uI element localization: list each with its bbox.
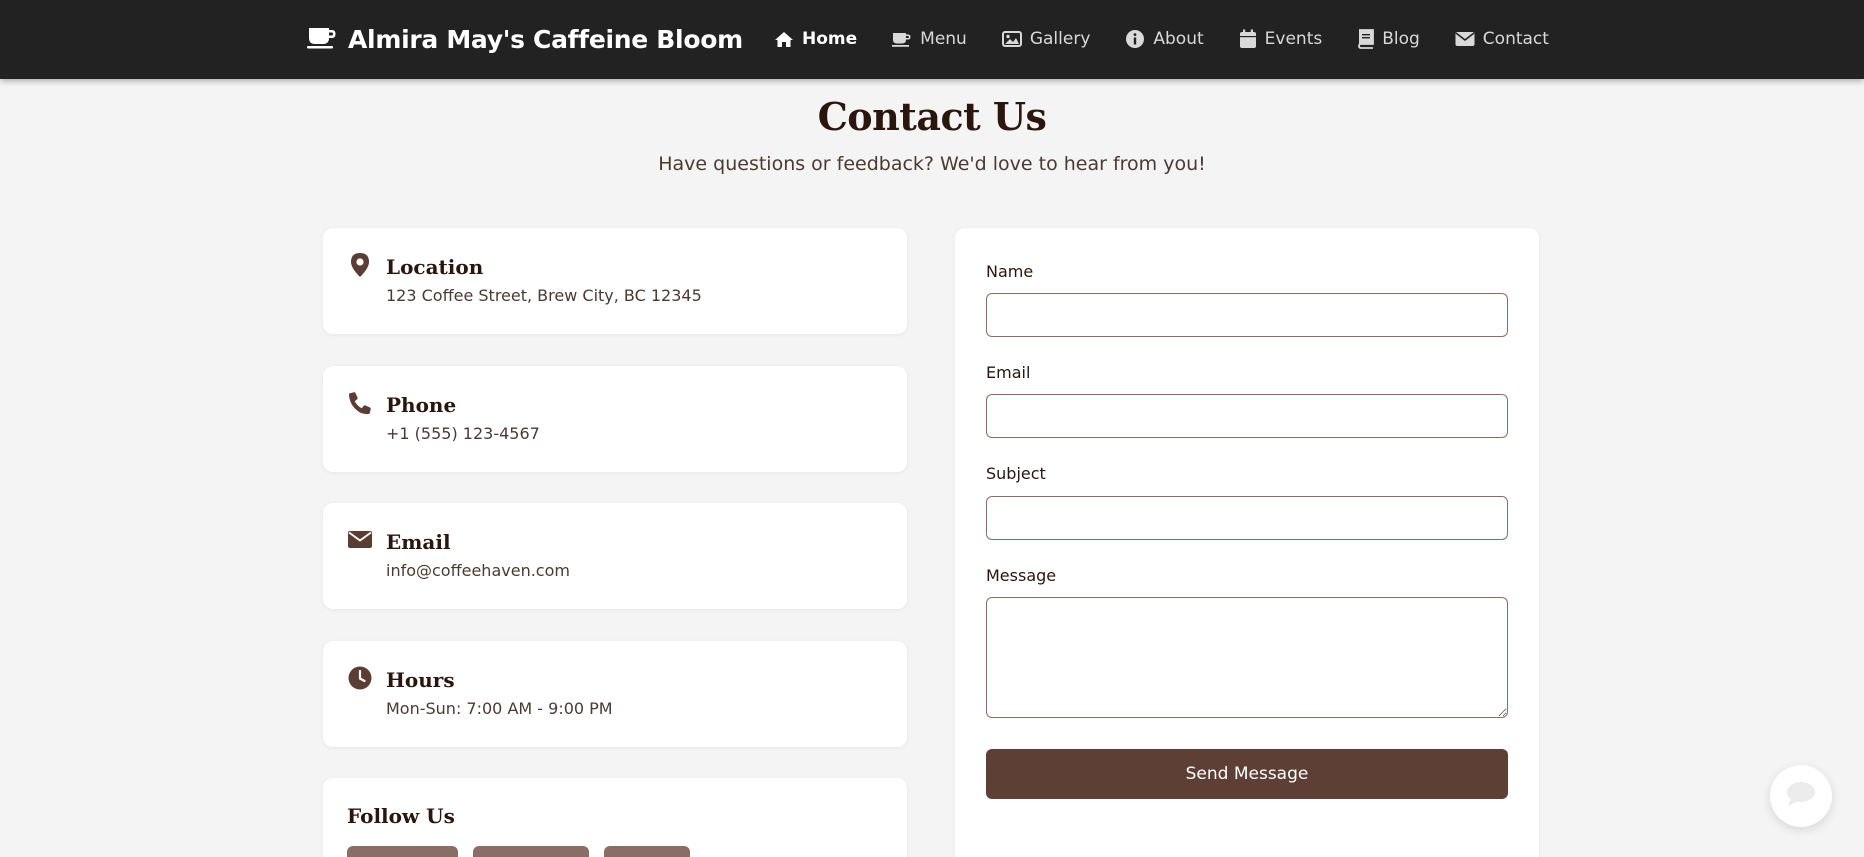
card-text: 123 Coffee Street, Brew City, BC 12345	[386, 286, 702, 305]
phone-icon	[347, 390, 373, 416]
follow-us-card: Follow Us	[323, 778, 907, 857]
image-icon	[1001, 31, 1022, 47]
message-field[interactable]	[986, 597, 1508, 718]
home-icon	[774, 31, 794, 48]
email-card: Email info@coffeehaven.com	[323, 503, 907, 609]
map-marker-icon	[347, 252, 373, 278]
clock-icon	[347, 665, 373, 691]
chat-bubble-icon	[1785, 780, 1817, 812]
nav-item-gallery[interactable]: Gallery	[1001, 29, 1091, 49]
calendar-icon	[1239, 29, 1257, 49]
location-card: Location 123 Coffee Street, Brew City, B…	[323, 228, 907, 334]
card-title: Location	[386, 255, 484, 279]
nav-item-about[interactable]: About	[1125, 29, 1204, 49]
envelope-icon	[347, 527, 373, 553]
nav-item-label: Events	[1264, 29, 1323, 49]
envelope-icon	[1455, 31, 1475, 47]
social-button[interactable]	[347, 846, 458, 857]
social-button[interactable]	[473, 846, 589, 857]
chat-widget-button[interactable]	[1770, 765, 1832, 827]
page-title: Contact Us	[817, 94, 1047, 139]
coffee-cup-icon	[892, 31, 912, 47]
nav-item-events[interactable]: Events	[1239, 29, 1323, 49]
nav-item-home[interactable]: Home	[774, 29, 857, 49]
brand-logo[interactable]: Almira May's Caffeine Bloom	[307, 20, 743, 58]
info-circle-icon	[1125, 29, 1145, 49]
card-text: Mon-Sun: 7:00 AM - 9:00 PM	[386, 699, 613, 718]
nav-item-contact[interactable]: Contact	[1455, 29, 1549, 49]
nav-item-menu[interactable]: Menu	[892, 29, 967, 49]
hours-card: Hours Mon-Sun: 7:00 AM - 9:00 PM	[323, 641, 907, 747]
card-title: Phone	[386, 393, 457, 417]
coffee-cup-icon	[307, 25, 337, 53]
contact-form: Name Email Subject Message Send Message	[955, 228, 1539, 857]
subject-label: Subject	[986, 464, 1046, 483]
follow-us-title: Follow Us	[347, 804, 455, 828]
top-navbar: Almira May's Caffeine Bloom Home Menu Ga…	[0, 0, 1864, 79]
nav-item-label: Blog	[1382, 29, 1420, 49]
email-field[interactable]	[986, 394, 1508, 438]
book-icon	[1357, 29, 1375, 49]
nav-item-label: About	[1153, 29, 1204, 49]
nav-item-blog[interactable]: Blog	[1357, 29, 1420, 49]
message-label: Message	[986, 566, 1057, 585]
main-nav: Home Menu Gallery About Events Blog Cont…	[774, 22, 1549, 56]
nav-item-label: Contact	[1482, 29, 1549, 49]
page-subtitle: Have questions or feedback? We'd love to…	[658, 153, 1206, 175]
name-label: Name	[986, 262, 1034, 281]
social-button[interactable]	[604, 846, 690, 857]
nav-item-label: Home	[802, 29, 858, 49]
card-text: info@coffeehaven.com	[386, 561, 570, 580]
card-text: +1 (555) 123-4567	[386, 424, 540, 443]
subject-field[interactable]	[986, 496, 1508, 540]
card-title: Email	[386, 530, 451, 554]
name-field[interactable]	[986, 293, 1508, 337]
brand-name: Almira May's Caffeine Bloom	[348, 24, 743, 54]
email-label: Email	[986, 363, 1031, 382]
nav-item-label: Menu	[920, 29, 967, 49]
send-message-button[interactable]: Send Message	[986, 749, 1508, 799]
phone-card: Phone +1 (555) 123-4567	[323, 366, 907, 472]
card-title: Hours	[386, 668, 455, 692]
nav-item-label: Gallery	[1029, 29, 1091, 49]
